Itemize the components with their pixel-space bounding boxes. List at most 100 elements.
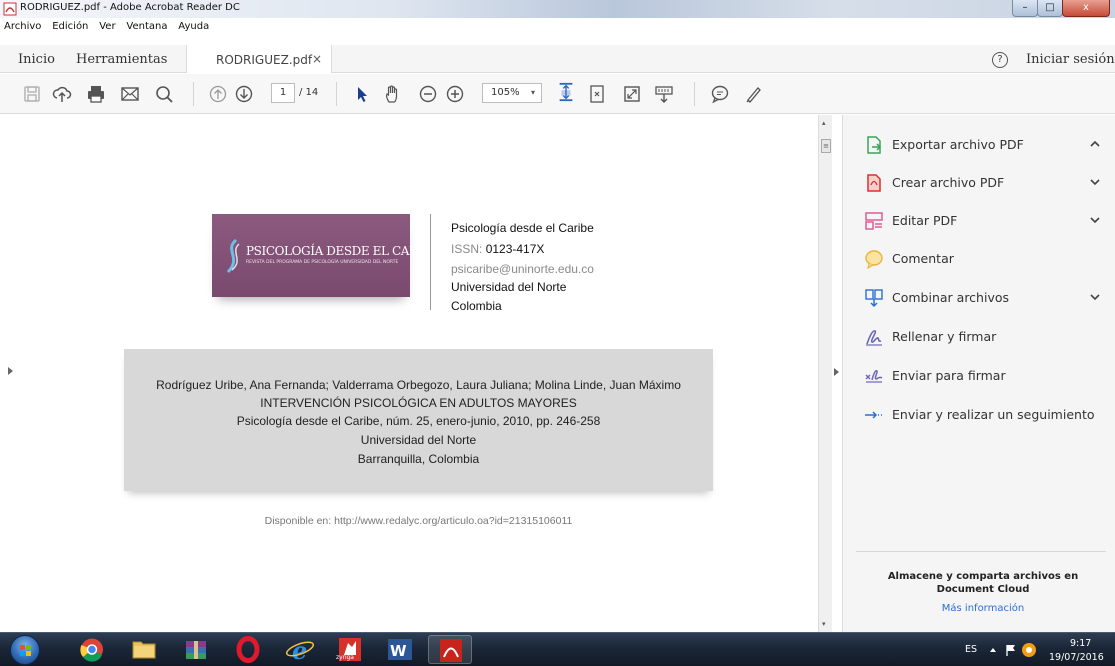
email-icon[interactable]	[120, 84, 140, 104]
logo-swirl-icon	[226, 238, 240, 274]
fill-sign-icon	[866, 330, 882, 346]
internet-explorer-icon: e	[285, 636, 315, 665]
close-window-button[interactable]: x	[1062, 0, 1110, 17]
tool-label: Crear archivo PDF	[892, 175, 1005, 190]
next-page-icon[interactable]	[234, 84, 254, 104]
tool-edit-pdf[interactable]: Editar PDF	[864, 210, 1104, 232]
tab-home[interactable]: Inicio	[18, 52, 55, 67]
tool-export-pdf[interactable]: Exportar archivo PDF	[864, 134, 1104, 156]
print-icon[interactable]	[86, 84, 106, 104]
scroll-up-icon[interactable]: ▴	[822, 119, 826, 127]
highlight-pen-icon[interactable]	[744, 84, 764, 104]
chevron-down-icon[interactable]	[1088, 175, 1102, 189]
vertical-scrollbar[interactable]: ▴ ≡ ▾	[818, 115, 832, 632]
taskbar-acrobat[interactable]	[428, 635, 472, 664]
menu-ver[interactable]: Ver	[99, 21, 115, 32]
tool-label: Rellenar y firmar	[892, 329, 997, 344]
archive-icon	[186, 641, 206, 659]
tab-document-label: RODRIGUEZ.pdf	[216, 53, 313, 67]
maximize-button[interactable]: □	[1037, 0, 1063, 17]
clock-time[interactable]: 9:17	[1070, 638, 1091, 649]
taskbar-internet-explorer[interactable]: e	[278, 635, 322, 665]
page-total: / 14	[299, 87, 319, 98]
help-icon[interactable]: ?	[992, 52, 1008, 68]
chevron-up-icon[interactable]	[1088, 137, 1102, 151]
citation-box: Rodríguez Uribe, Ana Fernanda; Valderram…	[124, 349, 713, 491]
send-sign-icon	[865, 370, 883, 383]
language-indicator[interactable]: ES	[965, 644, 977, 655]
citation-title: INTERVENCIÓN PSICOLÓGICA EN ADULTOS MAYO…	[260, 396, 577, 410]
edit-pdf-icon	[865, 212, 883, 230]
chevron-down-icon[interactable]	[1088, 213, 1102, 227]
avast-icon[interactable]	[1021, 642, 1037, 658]
sign-in-link[interactable]: Iniciar sesión	[1026, 52, 1115, 67]
citation-source: Psicología desde el Caribe, núm. 25, ene…	[236, 414, 601, 428]
tool-label: Enviar y realizar un seguimiento	[892, 407, 1095, 422]
upload-cloud-icon[interactable]	[52, 84, 72, 104]
export-pdf-icon	[867, 136, 882, 154]
save-icon[interactable]	[22, 84, 42, 104]
reading-mode-icon[interactable]	[654, 84, 674, 104]
tool-send-for-signature[interactable]: Enviar para firmar	[864, 365, 1104, 387]
right-panel-toggle-icon[interactable]	[834, 368, 839, 376]
zoom-in-icon[interactable]	[445, 84, 465, 104]
fit-page-icon[interactable]	[556, 82, 576, 102]
tray-expand-icon[interactable]	[988, 645, 998, 655]
menu-archivo[interactable]: Archivo	[4, 21, 41, 32]
select-cursor-icon[interactable]	[352, 84, 372, 104]
taskbar-opera[interactable]	[226, 635, 270, 664]
action-center-flag-icon[interactable]	[1004, 643, 1018, 657]
rotate-view-icon[interactable]	[587, 84, 607, 104]
scroll-thumb[interactable]: ≡	[821, 139, 831, 153]
taskbar-file-explorer[interactable]	[122, 635, 166, 664]
left-panel-toggle-icon[interactable]	[8, 367, 13, 375]
citation-location: Barranquilla, Colombia	[357, 452, 480, 466]
taskbar-word[interactable]: W	[378, 635, 422, 664]
journal-logo: PSICOLOGÍA DESDE EL CARIBE REVISTA DEL P…	[212, 214, 439, 297]
full-screen-icon[interactable]	[622, 84, 642, 104]
hand-tool-icon[interactable]	[383, 84, 403, 104]
comment-tool-icon[interactable]	[710, 84, 730, 104]
menu-ayuda[interactable]: Ayuda	[178, 21, 209, 32]
logo-subtitle: REVISTA DEL PROGRAMA DE PSICOLOGÍA UNIVE…	[246, 260, 399, 265]
logo-name: PSICOLOGÍA DESDE EL CARIBE	[246, 244, 439, 258]
tool-create-pdf[interactable]: Crear archivo PDF	[864, 172, 1104, 194]
menu-ventana[interactable]: Ventana	[126, 21, 167, 32]
windows-start-button[interactable]	[10, 635, 40, 665]
tool-label: Enviar para firmar	[892, 368, 1006, 383]
page-number-input[interactable]: 1	[271, 83, 295, 103]
tab-close-icon[interactable]: ×	[312, 52, 322, 66]
acrobat-icon	[440, 639, 462, 662]
taskbar-winrar[interactable]	[174, 635, 218, 664]
available-url[interactable]: Disponible en: http://www.redalyc.org/ar…	[124, 515, 713, 527]
scroll-down-icon[interactable]: ▾	[822, 620, 826, 628]
zoom-out-icon[interactable]	[418, 84, 438, 104]
tool-send-and-track[interactable]: Enviar y realizar un seguimiento	[864, 404, 1104, 426]
zoom-value: 105%	[491, 87, 520, 98]
acrobat-app-icon	[3, 2, 17, 16]
more-info-link[interactable]: Más información	[862, 603, 1104, 614]
tool-label: Comentar	[892, 251, 954, 266]
clock-date[interactable]: 19/07/2016	[1049, 652, 1104, 663]
tool-combine-files[interactable]: Combinar archivos	[864, 287, 1104, 309]
svg-text:e: e	[292, 636, 307, 664]
citation-authors: Rodríguez Uribe, Ana Fernanda; Valderram…	[156, 378, 681, 392]
menu-edicion[interactable]: Edición	[52, 21, 88, 32]
journal-title: Psicología desde el Caribe	[451, 221, 594, 235]
previous-page-icon[interactable]	[208, 84, 228, 104]
tool-fill-sign[interactable]: Rellenar y firmar	[864, 326, 1104, 348]
zoom-select[interactable]: 105% ▾	[482, 83, 542, 103]
word-icon: W	[388, 639, 412, 660]
search-icon[interactable]	[154, 84, 174, 104]
tool-comment[interactable]: Comentar	[864, 248, 1104, 270]
tab-tools[interactable]: Herramientas	[76, 52, 167, 67]
taskbar	[0, 632, 1115, 666]
taskbar-chrome[interactable]	[70, 635, 114, 664]
tab-document[interactable]: RODRIGUEZ.pdf ×	[186, 45, 332, 73]
chevron-down-icon[interactable]	[1088, 290, 1102, 304]
send-track-icon	[865, 411, 882, 419]
minimize-button[interactable]: –	[1012, 0, 1038, 17]
taskbar-zynga[interactable]: zynga	[328, 635, 372, 664]
create-pdf-icon	[867, 174, 881, 192]
comment-icon	[865, 250, 883, 269]
